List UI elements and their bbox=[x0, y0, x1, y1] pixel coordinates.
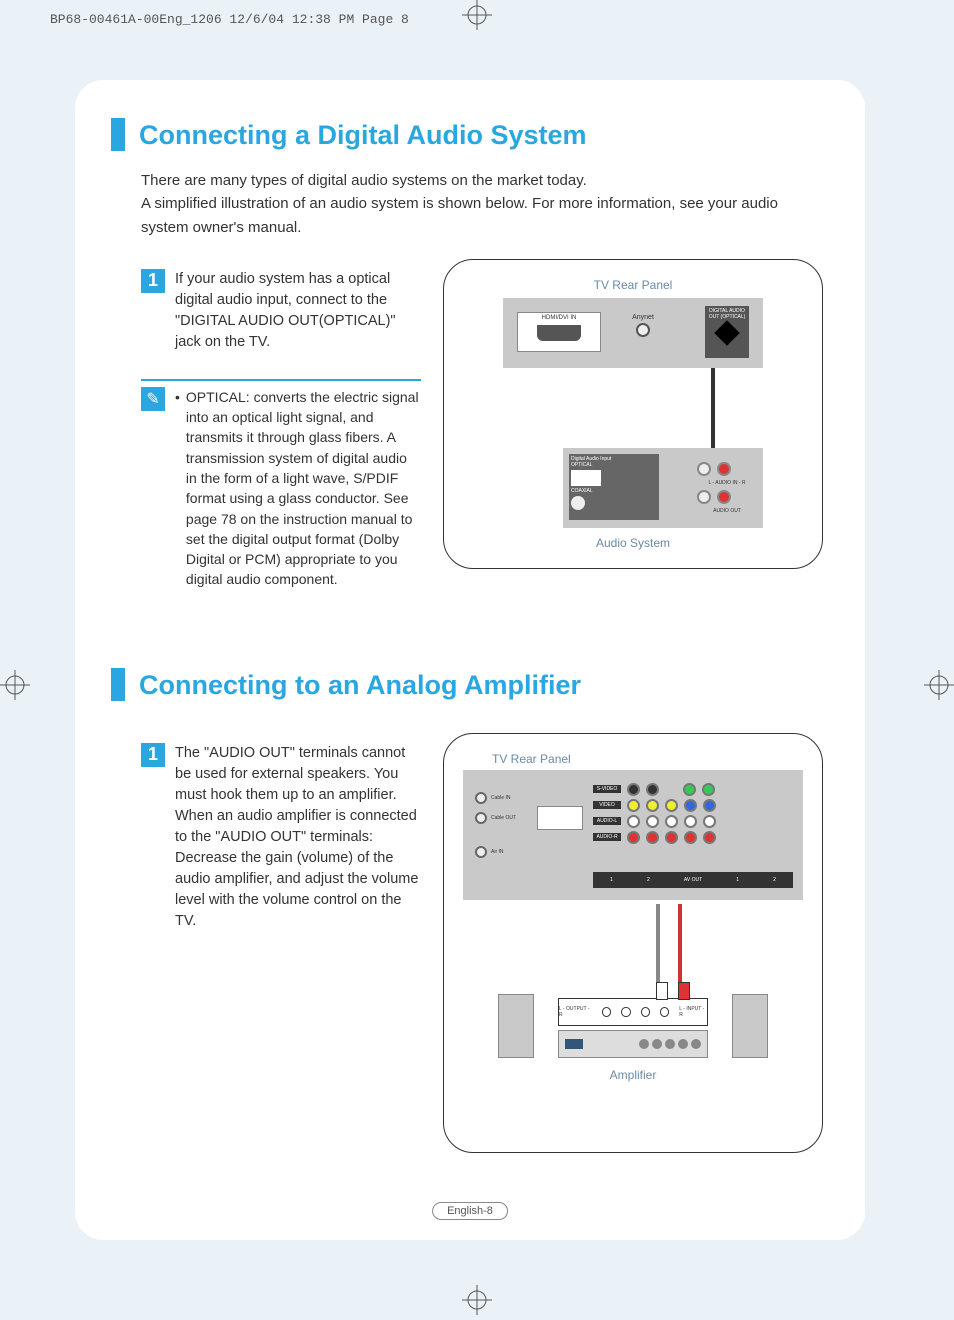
step-1-analog: 1 The "AUDIO OUT" terminals cannot be us… bbox=[141, 743, 421, 932]
amplifier-row: L - OUTPUT - R L - INPUT - R bbox=[462, 994, 804, 1058]
step-text: If your audio system has a optical digit… bbox=[175, 269, 421, 353]
svideo-label: S-VIDEO bbox=[593, 785, 621, 793]
av2-label: 2 bbox=[647, 877, 650, 883]
tv-rear-label: TV Rear Panel bbox=[462, 278, 804, 292]
audio-system-label: Audio System bbox=[462, 536, 804, 550]
registration-mark-left bbox=[0, 670, 30, 700]
registration-mark-top bbox=[462, 0, 492, 30]
print-header: BP68-00461A-00Eng_1206 12/6/04 12:38 PM … bbox=[50, 12, 409, 27]
hdmi-port-2 bbox=[537, 806, 583, 830]
audio-out-label: AUDIO OUT bbox=[697, 508, 757, 514]
registration-mark-right bbox=[924, 670, 954, 700]
audio-rca-block: L - AUDIO IN - R AUDIO OUT bbox=[697, 458, 757, 514]
speaker-left bbox=[498, 994, 534, 1058]
video-label: VIDEO bbox=[593, 801, 621, 809]
section2-heading: Connecting to an Analog Amplifier bbox=[111, 668, 823, 701]
section1-intro: There are many types of digital audio sy… bbox=[141, 169, 811, 239]
hdmi-port: HDMI/DVI IN bbox=[517, 312, 601, 352]
heading-bar bbox=[111, 118, 125, 151]
section1-title: Connecting a Digital Audio System bbox=[139, 118, 587, 151]
comp2-label: 2 bbox=[773, 877, 776, 883]
anynet-label: Anynet bbox=[632, 314, 654, 321]
audio-in-label: L - AUDIO IN - R bbox=[697, 480, 757, 486]
av1-label: 1 bbox=[610, 877, 613, 883]
registration-mark-bottom bbox=[462, 1285, 492, 1315]
section1-heading: Connecting a Digital Audio System bbox=[111, 118, 823, 151]
hdmi-label: HDMI/DVI IN bbox=[542, 315, 577, 321]
comp1-label: 1 bbox=[736, 877, 739, 883]
tv-rear-panel-2: Cable IN Cable OUT Air IN S-VIDEO VIDEO … bbox=[463, 770, 803, 900]
digital-audio-input-block: Digital Audio Input OPTICAL COAXIAL bbox=[569, 454, 659, 520]
page-number: English-8 bbox=[432, 1202, 508, 1220]
note-body: OPTICAL: converts the electric signal in… bbox=[186, 387, 421, 590]
optical-out-jack: DIGITAL AUDIO OUT (OPTICAL) bbox=[705, 306, 749, 358]
step-number: 1 bbox=[141, 743, 165, 767]
cable-out-label: Cable OUT bbox=[491, 815, 516, 821]
cable-in-label: Cable IN bbox=[491, 795, 510, 801]
rca-cables bbox=[502, 904, 844, 1000]
amplifier-front bbox=[558, 1030, 708, 1058]
note-block: ✎ •OPTICAL: converts the electric signal… bbox=[141, 379, 421, 590]
section2-title: Connecting to an Analog Amplifier bbox=[139, 668, 581, 701]
air-in-label: Air IN bbox=[491, 849, 504, 855]
audio-l-label: AUDIO-L bbox=[593, 817, 621, 825]
av-connector-grid: S-VIDEO VIDEO AUDIO-L AUDIO-R 1 2 AV OUT… bbox=[593, 780, 793, 890]
step-text: The "AUDIO OUT" terminals cannot be used… bbox=[175, 743, 421, 932]
audio-system-panel: Digital Audio Input OPTICAL COAXIAL L - … bbox=[563, 448, 763, 528]
diagram-digital-audio: TV Rear Panel HDMI/DVI IN Anynet DIGITAL… bbox=[443, 259, 823, 569]
amplifier-label: Amplifier bbox=[462, 1068, 804, 1082]
coaxial-label: COAXIAL bbox=[571, 488, 657, 494]
tv-rear-panel: HDMI/DVI IN Anynet DIGITAL AUDIO OUT (OP… bbox=[503, 298, 763, 368]
heading-bar bbox=[111, 668, 125, 701]
amplifier-body: L - OUTPUT - R L - INPUT - R bbox=[558, 998, 708, 1058]
input-label: L - INPUT - R bbox=[679, 1006, 707, 1018]
output-label: L - OUTPUT - R bbox=[559, 1006, 592, 1018]
step-number: 1 bbox=[141, 269, 165, 293]
optical-label: OPTICAL bbox=[571, 462, 657, 468]
note-text: •OPTICAL: converts the electric signal i… bbox=[175, 387, 421, 590]
speaker-right bbox=[732, 994, 768, 1058]
audio-r-label: AUDIO-R bbox=[593, 833, 621, 841]
pencil-icon: ✎ bbox=[141, 387, 165, 411]
diagram-analog-amp: TV Rear Panel Cable IN Cable OUT Air IN … bbox=[443, 733, 823, 1153]
antenna-jacks: Cable IN Cable OUT Air IN bbox=[475, 788, 525, 862]
step-1: 1 If your audio system has a optical dig… bbox=[141, 269, 421, 353]
tv-rear-label-2: TV Rear Panel bbox=[492, 752, 804, 766]
avout-label: AV OUT bbox=[684, 877, 702, 883]
anynet-jack: Anynet bbox=[623, 314, 663, 337]
optical-out-label: DIGITAL AUDIO OUT (OPTICAL) bbox=[709, 308, 746, 320]
page-body: Connecting a Digital Audio System There … bbox=[75, 80, 865, 1240]
optical-cable bbox=[711, 368, 715, 448]
amplifier-back: L - OUTPUT - R L - INPUT - R bbox=[558, 998, 708, 1026]
